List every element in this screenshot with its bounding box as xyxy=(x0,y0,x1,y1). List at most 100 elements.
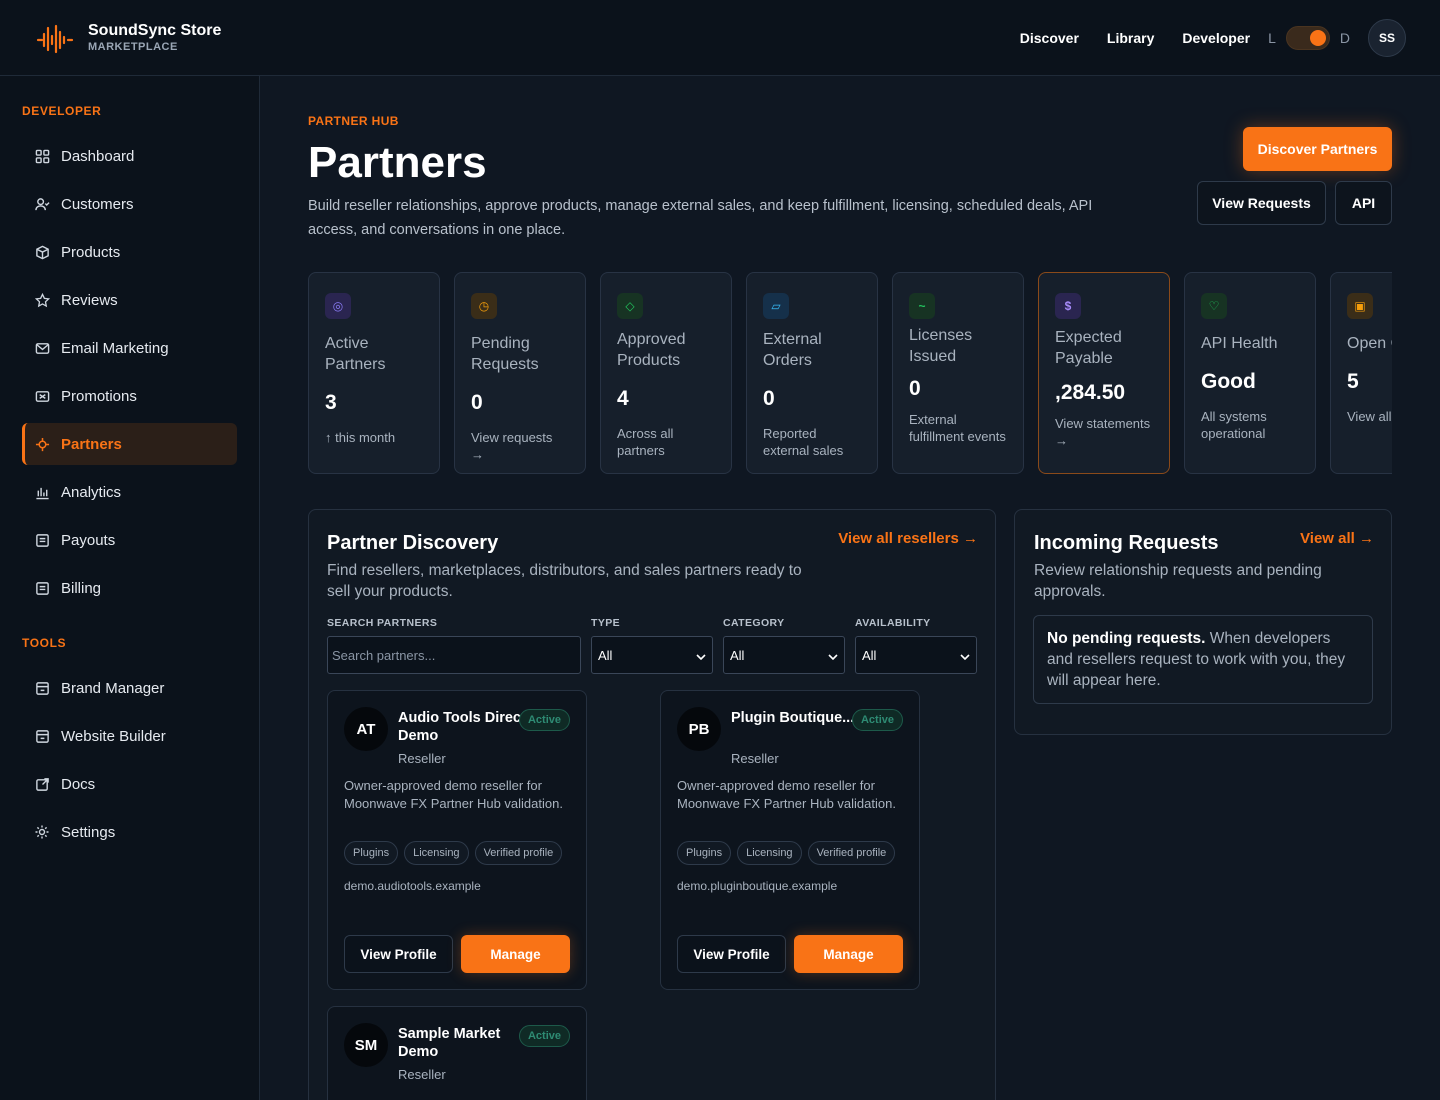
sidebar-item-docs[interactable]: Docs xyxy=(22,763,237,805)
stat-card-licenses-issued[interactable]: ~ Licenses Issued 0 External fulfillment… xyxy=(892,272,1024,474)
sidebar-item-billing[interactable]: Billing xyxy=(22,567,237,609)
sidebar-item-dashboard[interactable]: Dashboard xyxy=(22,135,237,177)
status-badge: Active xyxy=(518,1025,570,1047)
sidebar-item-label: Promotions xyxy=(61,387,137,405)
partner-type: Reseller xyxy=(398,1067,446,1082)
stat-label: Pending Requests xyxy=(471,335,539,373)
partner-avatar: PB xyxy=(677,707,721,751)
discover-partners-button[interactable]: Discover Partners xyxy=(1243,127,1392,171)
availability-select[interactable]: All xyxy=(855,636,977,674)
stat-label: Open Conve xyxy=(1347,335,1392,352)
view-profile-button[interactable]: View Profile xyxy=(677,935,786,973)
stat-card-active-partners[interactable]: ◎ Active Partners 3 ↑ this month xyxy=(308,272,440,474)
partner-discovery-panel: Partner Discovery View all resellers → F… xyxy=(308,509,996,1100)
sidebar-item-label: Email Marketing xyxy=(61,339,169,357)
partner-type: Reseller xyxy=(398,751,446,766)
sidebar-item-label: Dashboard xyxy=(61,147,135,165)
stat-label: API Health xyxy=(1201,335,1278,352)
panel-title: Partner Discovery xyxy=(327,532,499,554)
box-icon xyxy=(34,244,50,260)
availability-label: AVAILABILITY xyxy=(855,617,931,629)
top-nav: Discover Library Developer L D SS xyxy=(1020,18,1406,58)
stat-value: 4 xyxy=(617,387,629,410)
stat-card-approved-products[interactable]: ◇ Approved Products 4 Across all partner… xyxy=(600,272,732,474)
sidebar-item-brand-manager[interactable]: Brand Manager xyxy=(22,667,237,709)
diamond-icon: ◇ xyxy=(617,293,643,319)
stat-value: 0 xyxy=(763,387,775,410)
sidebar-item-reviews[interactable]: Reviews xyxy=(22,279,237,321)
dollar-icon: $ xyxy=(1055,293,1081,319)
sidebar-item-label: Products xyxy=(61,243,121,261)
sidebar-item-payouts[interactable]: Payouts xyxy=(22,519,237,561)
card-icon: ▱ xyxy=(763,293,789,319)
view-all-resellers-link[interactable]: View all resellers → xyxy=(838,530,978,547)
view-all-requests-link[interactable]: View all → xyxy=(1300,530,1374,547)
partner-avatar: AT xyxy=(344,707,388,751)
stat-foot: View statements → xyxy=(1055,416,1151,448)
nav-developer[interactable]: Developer xyxy=(1182,30,1250,46)
key-icon: ~ xyxy=(909,293,935,319)
partner-domain: demo.pluginboutique.example xyxy=(677,879,838,893)
sidebar-item-label: Website Builder xyxy=(61,727,166,745)
sidebar-item-label: Docs xyxy=(61,775,96,793)
stat-card-pending-requests[interactable]: ◷ Pending Requests 0 View requests → xyxy=(454,272,586,474)
theme-toggle[interactable] xyxy=(1285,26,1330,50)
view-profile-button[interactable]: View Profile xyxy=(344,935,453,973)
manage-button[interactable]: Manage xyxy=(461,935,570,973)
partner-card: AT Audio Tools Direct Demo Active Resell… xyxy=(327,690,587,990)
sidebar-item-customers[interactable]: Customers xyxy=(22,183,237,225)
incoming-requests-panel: Incoming Requests View all → Review rela… xyxy=(1014,509,1392,735)
theme-dark-label: D xyxy=(1339,30,1350,46)
sidebar-item-website-builder[interactable]: Website Builder xyxy=(22,715,237,757)
bar-chart-icon xyxy=(34,484,50,500)
user-avatar[interactable]: SS xyxy=(1368,19,1406,57)
chevron-down-icon xyxy=(960,648,970,663)
type-select[interactable]: All xyxy=(591,636,713,674)
star-icon xyxy=(34,292,50,308)
store-icon xyxy=(34,728,50,744)
stat-label: External Orders xyxy=(763,331,822,369)
partner-card: SM Sample Market Demo Active Reseller xyxy=(327,1006,587,1100)
empty-state: No pending requests. When developers and… xyxy=(1033,615,1373,704)
stat-card-open-conversations[interactable]: ▣ Open Conve 5 View all xyxy=(1330,272,1392,474)
nav-library[interactable]: Library xyxy=(1107,30,1154,46)
status-badge: Active xyxy=(518,709,570,731)
brand[interactable]: SoundSync Store MARKETPLACE xyxy=(36,20,221,56)
manage-button[interactable]: Manage xyxy=(794,935,903,973)
partner-name: Sample Market Demo xyxy=(398,1026,501,1060)
stat-label: Expected Payable xyxy=(1055,329,1122,367)
ticket-icon xyxy=(34,388,50,404)
chevron-down-icon xyxy=(828,648,838,663)
partner-domain: demo.audiotools.example xyxy=(344,879,481,893)
partner-tags: Plugins Licensing Verified profile xyxy=(677,841,896,865)
stat-value: Good xyxy=(1201,370,1256,393)
sidebar-item-email-marketing[interactable]: Email Marketing xyxy=(22,327,237,369)
availability-select-value: All xyxy=(862,647,877,663)
sidebar-item-promotions[interactable]: Promotions xyxy=(22,375,237,417)
view-requests-button[interactable]: View Requests xyxy=(1197,181,1326,225)
stat-foot: Reported external sales xyxy=(763,426,844,458)
category-select[interactable]: All xyxy=(723,636,845,674)
sidebar-item-settings[interactable]: Settings xyxy=(22,811,237,853)
partner-name: Plugin Boutique... xyxy=(731,710,855,726)
api-button[interactable]: API xyxy=(1335,181,1392,225)
tag: Licensing xyxy=(404,841,469,865)
sidebar-item-partners[interactable]: Partners xyxy=(22,423,237,465)
grid-icon xyxy=(34,148,50,164)
store-icon xyxy=(34,680,50,696)
stat-foot: External fulfillment events xyxy=(909,412,1006,444)
tag: Plugins xyxy=(677,841,732,865)
stat-foot: View requests → xyxy=(471,430,553,462)
target-icon: ◎ xyxy=(325,293,351,319)
toggle-knob xyxy=(1309,30,1326,46)
stat-card-external-orders[interactable]: ▱ External Orders 0 Reported external sa… xyxy=(746,272,878,474)
gear-icon xyxy=(34,824,50,840)
stat-card-api-health[interactable]: ♡ API Health Good All systems operationa… xyxy=(1184,272,1316,474)
stat-card-expected-payable[interactable]: $ Expected Payable ,284.50 View statemen… xyxy=(1038,272,1170,474)
sidebar-item-products[interactable]: Products xyxy=(22,231,237,273)
panel-title: Incoming Requests xyxy=(1034,532,1219,554)
sidebar-item-analytics[interactable]: Analytics xyxy=(22,471,237,513)
tag: Plugins xyxy=(344,841,399,865)
nav-discover[interactable]: Discover xyxy=(1020,30,1079,46)
search-input[interactable]: Search partners... xyxy=(327,636,581,674)
